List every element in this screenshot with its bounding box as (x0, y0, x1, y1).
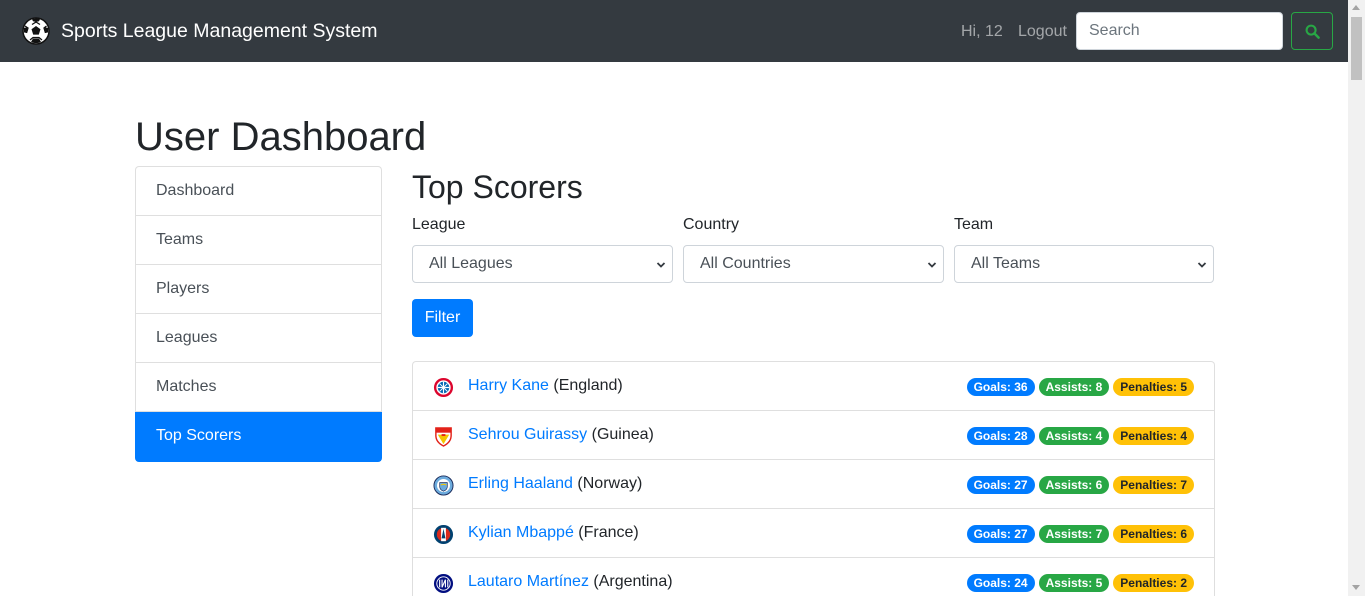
scorer-entry: Sehrou Guirassy (Guinea) (468, 426, 654, 444)
list-item: Harry Kane (England) Goals: 36 Assists: … (413, 362, 1214, 411)
goals-badge: Goals: 27 (966, 525, 1035, 543)
goals-badge: Goals: 27 (966, 476, 1035, 494)
soccer-ball-icon (22, 17, 50, 45)
sidebar-item-top-scorers[interactable]: Top Scorers (135, 412, 382, 462)
section-title: Top Scorers (412, 169, 583, 205)
country-filter-label: Country (683, 216, 740, 233)
player-link[interactable]: Erling Haaland (468, 475, 573, 492)
chevron-down-icon (656, 262, 666, 268)
assists-badge: Assists: 4 (1038, 427, 1110, 445)
assists-badge: Assists: 6 (1038, 476, 1110, 494)
user-greeting: Hi, 12 (961, 23, 1003, 40)
player-country: (Guinea) (591, 426, 654, 443)
stat-badges: Goals: 28 Assists: 4 Penalties: 4 (966, 427, 1194, 445)
search-input[interactable] (1076, 12, 1283, 50)
scorer-entry: Lautaro Martínez (Argentina) (468, 573, 673, 591)
league-select[interactable]: All Leagues (412, 245, 673, 283)
chevron-down-icon (927, 262, 937, 268)
page-title: User Dashboard (135, 115, 427, 159)
penalties-badge: Penalties: 7 (1113, 476, 1194, 494)
assists-badge: Assists: 7 (1038, 525, 1110, 543)
sidebar-item-dashboard[interactable]: Dashboard (135, 166, 382, 216)
search-icon (1305, 24, 1320, 39)
chevron-down-icon (1197, 262, 1207, 268)
assists-badge: Assists: 5 (1038, 574, 1110, 592)
player-country: (England) (553, 377, 623, 394)
psg-crest-icon (433, 524, 454, 545)
list-item: Kylian Mbappé (France) Goals: 27 Assists… (413, 509, 1214, 558)
scorer-entry: Kylian Mbappé (France) (468, 524, 639, 542)
player-link[interactable]: Kylian Mbappé (468, 524, 574, 541)
manchester-city-crest-icon (433, 475, 454, 496)
player-country: (France) (578, 524, 639, 541)
sidebar-item-players[interactable]: Players (135, 265, 382, 314)
top-scorers-list: Harry Kane (England) Goals: 36 Assists: … (412, 361, 1215, 596)
stat-badges: Goals: 27 Assists: 7 Penalties: 6 (966, 525, 1194, 543)
scorer-entry: Erling Haaland (Norway) (468, 475, 642, 493)
page-scrollbar[interactable] (1348, 0, 1365, 596)
player-link[interactable]: Lautaro Martínez (468, 573, 589, 590)
goals-badge: Goals: 36 (966, 378, 1035, 396)
team-select-value: All Teams (971, 255, 1041, 272)
penalties-badge: Penalties: 2 (1113, 574, 1194, 592)
list-item: Lautaro Martínez (Argentina) Goals: 24 A… (413, 558, 1214, 596)
sidebar-nav: Dashboard Teams Players Leagues Matches … (135, 166, 382, 462)
list-item: Erling Haaland (Norway) Goals: 27 Assist… (413, 460, 1214, 509)
assists-badge: Assists: 8 (1038, 378, 1110, 396)
list-item: Sehrou Guirassy (Guinea) Goals: 28 Assis… (413, 411, 1214, 460)
vfb-stuttgart-crest-icon (435, 427, 452, 447)
inter-milan-crest-icon (433, 573, 454, 594)
country-select[interactable]: All Countries (683, 245, 944, 283)
penalties-badge: Penalties: 5 (1113, 378, 1194, 396)
filter-button[interactable]: Filter (412, 299, 473, 337)
league-filter-label: League (412, 216, 466, 233)
penalties-badge: Penalties: 4 (1113, 427, 1194, 445)
scorer-entry: Harry Kane (England) (468, 377, 623, 395)
brand-title: Sports League Management System (61, 19, 378, 42)
goals-badge: Goals: 28 (966, 427, 1035, 445)
player-country: (Argentina) (593, 573, 673, 590)
team-filter-label: Team (954, 216, 994, 233)
player-link[interactable]: Harry Kane (468, 377, 549, 394)
stat-badges: Goals: 24 Assists: 5 Penalties: 2 (966, 574, 1194, 592)
country-select-value: All Countries (700, 255, 791, 272)
brand[interactable]: Sports League Management System (22, 17, 378, 45)
search-button[interactable] (1291, 12, 1333, 50)
scroll-thumb[interactable] (1351, 17, 1362, 80)
sidebar-item-teams[interactable]: Teams (135, 216, 382, 265)
player-link[interactable]: Sehrou Guirassy (468, 426, 587, 443)
team-select[interactable]: All Teams (954, 245, 1214, 283)
league-select-value: All Leagues (429, 255, 513, 272)
top-navbar: Sports League Management System Hi, 12 L… (0, 0, 1348, 62)
sidebar-item-leagues[interactable]: Leagues (135, 314, 382, 363)
player-country: (Norway) (577, 475, 643, 492)
scroll-up-arrow-icon[interactable] (1352, 5, 1360, 10)
penalties-badge: Penalties: 6 (1113, 525, 1194, 543)
scroll-down-arrow-icon[interactable] (1352, 585, 1360, 590)
stat-badges: Goals: 36 Assists: 8 Penalties: 5 (966, 378, 1194, 396)
goals-badge: Goals: 24 (966, 574, 1035, 592)
stat-badges: Goals: 27 Assists: 6 Penalties: 7 (966, 476, 1194, 494)
logout-link[interactable]: Logout (1018, 23, 1067, 41)
bayern-munich-crest-icon (433, 377, 454, 398)
sidebar-item-matches[interactable]: Matches (135, 363, 382, 412)
